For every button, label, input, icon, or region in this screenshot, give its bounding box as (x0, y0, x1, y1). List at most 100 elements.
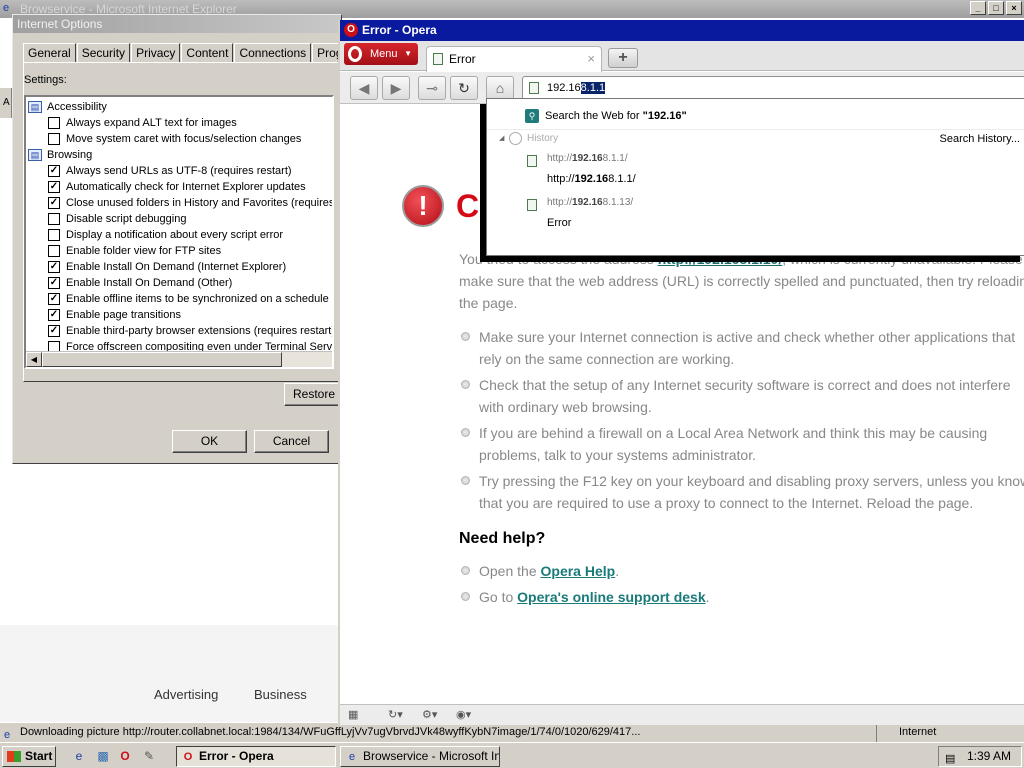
dialog-title[interactable]: Internet Options (13, 15, 341, 33)
back-button[interactable]: ◀ (350, 76, 378, 100)
system-tray: ▤ 1:39 AM (938, 746, 1022, 767)
ie-window-controls: _ □ × (970, 1, 1022, 15)
clock-icon (509, 132, 522, 145)
explorer-quicklaunch-icon[interactable]: ▩ (94, 748, 112, 766)
support-desk-link[interactable]: Opera's online support desk (517, 589, 705, 605)
help-text-end: . (705, 589, 710, 605)
tab-security[interactable]: Security (76, 43, 131, 63)
ie-status-text: Downloading picture http://router.collab… (20, 726, 641, 738)
checkbox-checked[interactable]: ✓ (48, 325, 60, 337)
ie-status-zone: Internet (876, 723, 1024, 742)
cancel-button[interactable]: Cancel (254, 430, 329, 453)
address-bar[interactable]: 192.168.1.1 (522, 76, 1024, 100)
checkbox-checked[interactable]: ✓ (48, 165, 60, 177)
opera-logo-icon: O (183, 751, 193, 763)
new-tab-button[interactable]: + (608, 48, 638, 68)
opera-help-link[interactable]: Opera Help (541, 563, 616, 579)
forward-button[interactable]: ▶ (382, 76, 410, 100)
task-label: Browservice - Microsoft Int... (363, 749, 500, 763)
network-icon[interactable]: ▤ (945, 750, 955, 768)
key-icon[interactable]: ⊸ (418, 76, 446, 100)
bullet-icon (461, 332, 470, 341)
checkbox-checked[interactable]: ✓ (48, 277, 60, 289)
opera-title: Error - Opera (362, 23, 437, 37)
start-button[interactable]: Start (2, 746, 56, 767)
ok-button[interactable]: OK (172, 430, 247, 453)
checkbox-checked[interactable]: ✓ (48, 309, 60, 321)
search-history-link[interactable]: Search History... (940, 130, 1021, 148)
scrollbar-thumb[interactable] (42, 352, 282, 367)
checkbox-unchecked[interactable] (48, 229, 60, 241)
horizontal-scrollbar[interactable]: ◀ (26, 351, 332, 367)
checkbox-unchecked[interactable] (48, 245, 60, 257)
page-icon (527, 155, 537, 167)
opera-status-bar: ▦ ↻▾ ⚙▾ ◉▾ (340, 704, 1024, 725)
footer-link-business[interactable]: Business (254, 687, 307, 702)
option-label: Disable script debugging (66, 213, 187, 225)
option-label: Enable folder view for FTP sites (66, 245, 222, 257)
ie-icon: e (348, 751, 356, 763)
sync-icon[interactable]: ↻▾ (388, 708, 403, 721)
checkbox-checked[interactable]: ✓ (48, 261, 60, 273)
tab-content[interactable]: Content (181, 43, 234, 63)
option-label: Enable page transitions (66, 309, 181, 321)
page-icon (433, 53, 443, 65)
checkbox-unchecked[interactable] (48, 133, 60, 145)
list-item: Go to Opera's online support desk. (459, 586, 1019, 608)
checkbox-checked[interactable]: ✓ (48, 181, 60, 193)
history-item[interactable]: http://192.168.1.13/ Error (527, 195, 1007, 235)
footer-link-advertising[interactable]: Advertising (154, 687, 218, 702)
opera-menu-button[interactable]: Menu ▼ (344, 43, 418, 65)
checkbox-checked[interactable]: ✓ (48, 197, 60, 209)
checkbox-unchecked[interactable] (48, 213, 60, 225)
page-icon: e (4, 729, 11, 741)
help-text-end: . (615, 563, 620, 579)
checkbox-unchecked[interactable] (48, 117, 60, 129)
search-web-suggestion[interactable]: ⚲ Search the Web for "192.16" (487, 105, 1024, 127)
close-button[interactable]: × (1006, 1, 1022, 15)
tab-error[interactable]: Error × (426, 46, 602, 72)
checkbox-checked[interactable]: ✓ (48, 293, 60, 305)
settings-label: Settings: (24, 74, 67, 86)
opera-titlebar[interactable]: O Error - Opera (340, 20, 1024, 41)
close-tab-icon[interactable]: × (587, 47, 595, 71)
history-url: http://192.168.1.1/ (547, 153, 628, 164)
panel-toggle-icon[interactable]: ▦ (348, 708, 358, 721)
option-label: Always send URLs as UTF-8 (requires rest… (66, 165, 292, 177)
restore-defaults-button[interactable]: Restore (284, 383, 344, 406)
list-item: Try pressing the F12 key on your keyboar… (459, 470, 1024, 514)
option-label: Browsing (47, 149, 93, 161)
opera-tabbar: Menu ▼ Error × + (340, 41, 1024, 72)
collapse-icon[interactable]: ◢ (499, 130, 504, 148)
history-item[interactable]: http://192.168.1.1/ http://192.168.1.1/ (527, 151, 1007, 191)
opera-quicklaunch-icon[interactable]: O (116, 748, 134, 766)
desktop-quicklaunch-icon[interactable]: ✎ (140, 748, 158, 766)
tab-general[interactable]: General (23, 43, 76, 63)
tab-label: Error (449, 52, 476, 66)
option-label: Enable Install On Demand (Internet Explo… (66, 261, 287, 273)
scroll-left-icon[interactable]: ◀ (26, 352, 42, 367)
ie-quicklaunch-icon[interactable]: e (70, 748, 88, 766)
error-icon: ! (402, 185, 444, 227)
bullet-icon (461, 428, 470, 437)
zoom-icon[interactable]: ◉▾ (456, 708, 471, 721)
turbo-icon[interactable]: ⚙▾ (422, 708, 437, 721)
tip-text: If you are behind a firewall on a Local … (479, 425, 988, 463)
task-opera[interactable]: O Error - Opera (176, 746, 336, 767)
tab-privacy[interactable]: Privacy (131, 43, 181, 63)
category-icon: ▤ (28, 101, 42, 113)
reload-button[interactable]: ↻ (450, 76, 478, 100)
maximize-button[interactable]: □ (988, 1, 1004, 15)
tab-connections[interactable]: Connections (234, 43, 312, 63)
help-text: Open the (479, 563, 541, 579)
bullet-icon (461, 592, 470, 601)
home-button[interactable]: ⌂ (486, 76, 514, 100)
settings-list[interactable]: ▤ Accessibility Always expand ALT text for… (24, 95, 334, 369)
page-icon (529, 82, 539, 94)
minimize-button[interactable]: _ (970, 1, 986, 15)
page-icon (527, 199, 537, 211)
search-prefix: Search the Web for (545, 110, 643, 122)
option-label: Enable third-party browser extensions (r… (66, 325, 334, 337)
task-browservice[interactable]: e Browservice - Microsoft Int... (340, 746, 500, 767)
option-label: Automatically check for Internet Explore… (66, 181, 306, 193)
